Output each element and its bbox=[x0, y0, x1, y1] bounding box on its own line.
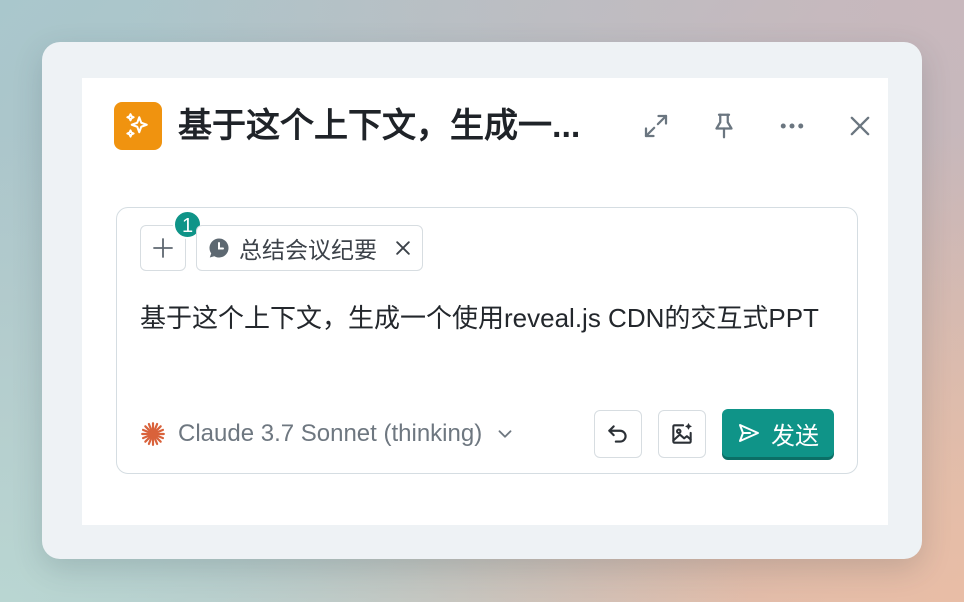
close-icon bbox=[850, 116, 870, 136]
undo-icon bbox=[608, 425, 627, 443]
send-button[interactable]: 发送 bbox=[722, 409, 834, 457]
more-icon bbox=[780, 123, 804, 129]
expand-button[interactable] bbox=[638, 108, 674, 144]
page-title: 基于这个上下文，生成一... bbox=[178, 107, 581, 145]
pin-button[interactable] bbox=[706, 108, 742, 144]
send-icon bbox=[739, 424, 759, 442]
undo-button[interactable] bbox=[594, 410, 642, 458]
model-label: Claude 3.7 Sonnet (thinking) bbox=[178, 420, 483, 447]
remove-context-button[interactable] bbox=[393, 238, 413, 258]
sparkles-icon bbox=[114, 102, 162, 150]
image-icon bbox=[672, 423, 692, 444]
claude-icon bbox=[141, 422, 165, 446]
close-icon bbox=[396, 241, 410, 255]
context-chip[interactable]: 总结会议纪要 bbox=[196, 225, 423, 271]
close-button[interactable] bbox=[842, 108, 878, 144]
clock-icon bbox=[209, 238, 229, 258]
context-chip-label: 总结会议纪要 bbox=[239, 237, 377, 263]
expand-icon bbox=[644, 114, 668, 138]
more-button[interactable] bbox=[774, 108, 810, 144]
send-label: 发送 bbox=[771, 422, 819, 450]
model-selector[interactable]: Claude 3.7 Sonnet (thinking) bbox=[140, 414, 516, 454]
plus-icon bbox=[153, 238, 173, 258]
image-button[interactable] bbox=[658, 410, 706, 458]
pin-icon bbox=[715, 113, 733, 139]
chevron-down-icon bbox=[498, 430, 512, 438]
prompt-input[interactable]: 基于这个上下文，生成一个使用reveal.js CDN的交互式PPT bbox=[140, 296, 840, 340]
